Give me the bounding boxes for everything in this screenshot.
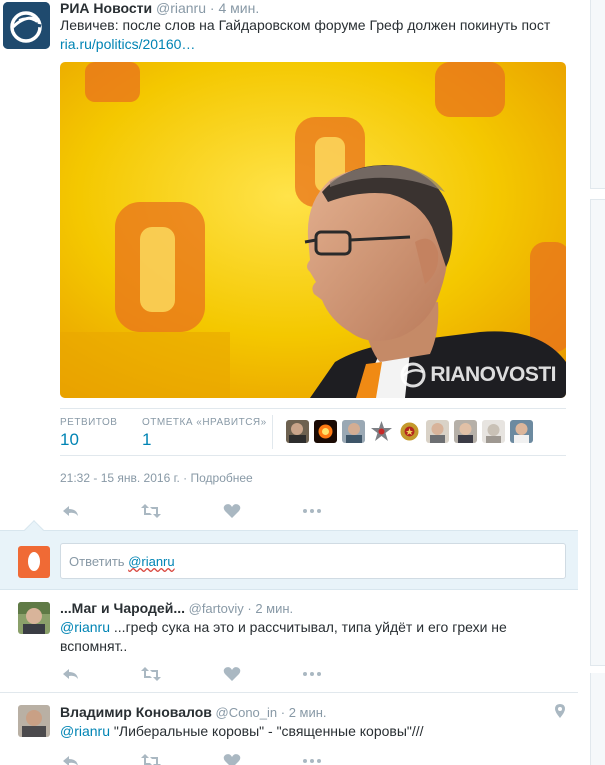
likes-label: ОТМЕТКА «НРАВИТСЯ»: [142, 417, 267, 428]
author-name[interactable]: РИА Новости: [60, 0, 152, 16]
reply-icon[interactable]: [62, 753, 80, 765]
reply-header: ...Маг и Чародей... @fartoviy · 2 мин.: [60, 600, 294, 616]
liker-avatar-4[interactable]: [370, 420, 393, 443]
user-avatar[interactable]: [18, 705, 50, 737]
current-user-avatar[interactable]: [18, 546, 50, 578]
details-link[interactable]: Подробнее: [191, 471, 253, 485]
like-stat[interactable]: ОТМЕТКА «НРАВИТСЯ» 1: [142, 417, 267, 450]
tweet-text: Левичев: после слов на Гайдаровском фору…: [60, 17, 551, 33]
retweet-stat[interactable]: РЕТВИТОВ 10: [60, 417, 117, 450]
reply-header: Владимир Коновалов @Cono_in · 2 мин.: [60, 704, 327, 720]
reply-icon[interactable]: [62, 503, 80, 519]
liker-avatar-1[interactable]: [286, 420, 309, 443]
reply-input[interactable]: Ответить @rianru: [60, 543, 566, 579]
tweet-header: РИА Новости @rianru · 4 мин.: [60, 0, 260, 16]
stats-divider: [272, 415, 273, 449]
liker-avatar-9[interactable]: [510, 420, 533, 443]
photo-image: [60, 62, 566, 398]
watermark-text: RIANOVOSTI: [430, 363, 556, 386]
reply-tweet[interactable]: Владимир Коновалов @Cono_in · 2 мин. @ri…: [0, 693, 578, 765]
author-handle[interactable]: @rianru: [156, 0, 206, 16]
tweet-stats: РЕТВИТОВ 10 ОТМЕТКА «НРАВИТСЯ» 1: [60, 408, 566, 456]
location-pin-icon[interactable]: [554, 704, 566, 718]
ria-novosti-avatar[interactable]: [3, 2, 50, 49]
rianovosti-logo-icon: [400, 362, 426, 388]
reply-composer: Ответить @rianru: [0, 530, 578, 590]
liker-avatar-3[interactable]: [342, 420, 365, 443]
retweets-label: РЕТВИТОВ: [60, 417, 118, 428]
author-name[interactable]: ...Маг и Чародей...: [60, 600, 185, 616]
mention-link[interactable]: @rianru: [60, 619, 110, 635]
liker-avatar-2[interactable]: [314, 420, 337, 443]
tweet-time[interactable]: 4 мин.: [218, 0, 259, 16]
ria-logo-icon: [3, 2, 50, 49]
more-icon[interactable]: [302, 753, 321, 765]
user-avatar[interactable]: [18, 602, 50, 634]
author-handle[interactable]: @Cono_in: [216, 705, 278, 720]
tweet-time[interactable]: 2 мин.: [255, 601, 293, 616]
tweet-photo[interactable]: RIANOVOSTI: [60, 62, 566, 398]
side-column-edge: [590, 0, 605, 765]
reply-icon[interactable]: [62, 666, 80, 682]
reply-text: @rianru "Либеральные коровы" - "священны…: [60, 723, 424, 739]
reply-tweet[interactable]: ...Маг и Чародей... @fartoviy · 2 мин. @…: [0, 590, 578, 693]
like-icon[interactable]: [223, 666, 241, 682]
liker-avatars: [286, 420, 533, 443]
tweet-time[interactable]: 2 мин.: [289, 705, 327, 720]
like-icon[interactable]: [223, 753, 241, 765]
retweets-count: 10: [60, 430, 79, 449]
reply-placeholder: Ответить: [69, 554, 129, 569]
tweet-link[interactable]: ria.ru/politics/20160…: [60, 36, 195, 52]
retweet-icon[interactable]: [141, 503, 161, 519]
retweet-icon[interactable]: [141, 753, 161, 765]
more-icon[interactable]: [302, 503, 321, 519]
liker-avatar-5[interactable]: [398, 420, 421, 443]
tweet-date: 21:32 - 15 янв. 2016 г.: [60, 471, 180, 485]
reply-text: @rianru ...греф сука на это и рассчитыва…: [60, 619, 507, 654]
author-name[interactable]: Владимир Коновалов: [60, 704, 212, 720]
mention-link[interactable]: @rianru: [60, 723, 110, 739]
timeline: РИА Новости @rianru · 4 мин. Левичев: по…: [0, 0, 590, 765]
liker-avatar-7[interactable]: [454, 420, 477, 443]
retweet-icon[interactable]: [141, 666, 161, 682]
author-handle[interactable]: @fartoviy: [189, 601, 244, 616]
like-icon[interactable]: [223, 503, 241, 519]
tweet-datetime: 21:32 - 15 янв. 2016 г. · Подробнее: [60, 471, 253, 485]
photo-watermark: RIANOVOSTI: [400, 362, 556, 388]
liker-avatar-6[interactable]: [426, 420, 449, 443]
likes-count: 1: [142, 430, 152, 449]
reply-handle: @rianru: [128, 554, 175, 569]
more-icon[interactable]: [302, 666, 321, 682]
liker-avatar-8[interactable]: [482, 420, 505, 443]
